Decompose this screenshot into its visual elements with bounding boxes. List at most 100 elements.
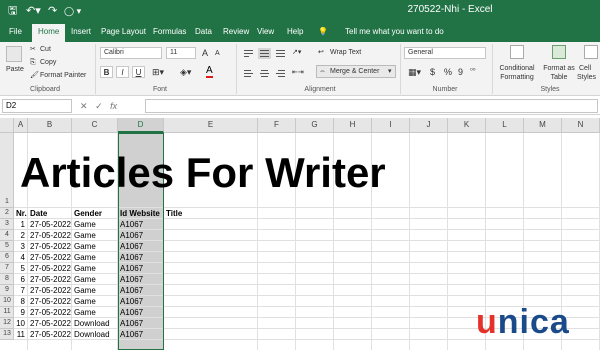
conditional-formatting-line2[interactable]: Formatting xyxy=(497,73,537,83)
header-cell[interactable]: Gender xyxy=(74,208,102,219)
data-cell[interactable]: 7 xyxy=(14,285,25,296)
underline-button[interactable]: U xyxy=(132,66,145,78)
font-color-button[interactable]: A xyxy=(206,66,213,78)
column-header-k[interactable]: K xyxy=(448,118,486,133)
row-header-1[interactable]: 1 xyxy=(0,133,14,208)
data-cell[interactable]: 27-05-2022 xyxy=(30,252,71,263)
row-header-3[interactable]: 3 xyxy=(0,219,14,230)
format-as-table-line2[interactable]: Table xyxy=(541,73,577,83)
data-cell[interactable]: 27-05-2022 xyxy=(30,329,71,340)
align-right-icon[interactable] xyxy=(274,68,287,79)
data-cell[interactable]: 4 xyxy=(14,252,25,263)
bold-button[interactable]: B xyxy=(100,66,113,78)
column-header-g[interactable]: G xyxy=(296,118,334,133)
align-bottom-icon[interactable] xyxy=(274,48,287,59)
align-left-icon[interactable] xyxy=(242,68,255,79)
indent-icon[interactable]: ⇤⇥ xyxy=(292,68,304,78)
data-cell[interactable]: A1067 xyxy=(120,329,143,340)
column-header-e[interactable]: E xyxy=(164,118,258,133)
row-header-8[interactable]: 8 xyxy=(0,274,14,285)
column-header-i[interactable]: I xyxy=(372,118,410,133)
data-cell[interactable]: A1067 xyxy=(120,318,143,329)
column-header-m[interactable]: M xyxy=(524,118,562,133)
data-cell[interactable]: 27-05-2022 xyxy=(30,285,71,296)
formula-input[interactable] xyxy=(145,99,598,113)
row-header-11[interactable]: 11 xyxy=(0,307,14,318)
cell-styles-icon[interactable] xyxy=(584,45,598,59)
name-box[interactable]: D2 xyxy=(2,99,72,113)
italic-button[interactable]: I xyxy=(116,66,129,78)
column-header-b[interactable]: B xyxy=(28,118,72,133)
row-header-12[interactable]: 12 xyxy=(0,318,14,329)
tab-home[interactable]: Home xyxy=(32,24,66,42)
number-format-select[interactable]: General xyxy=(404,47,486,59)
data-cell[interactable]: 3 xyxy=(14,241,25,252)
data-cell[interactable]: A1067 xyxy=(120,230,143,241)
data-cell[interactable]: A1067 xyxy=(120,219,143,230)
function-icon[interactable]: fx xyxy=(110,101,117,111)
format-as-table-icon[interactable] xyxy=(552,45,566,59)
header-cell[interactable]: Title xyxy=(166,208,182,219)
column-header-a[interactable]: A xyxy=(14,118,28,133)
currency-button[interactable]: $ xyxy=(430,67,435,77)
tab-file[interactable]: File xyxy=(6,25,25,39)
data-cell[interactable]: Download xyxy=(74,329,110,340)
column-header-h[interactable]: H xyxy=(334,118,372,133)
cut-button[interactable]: Cut xyxy=(40,45,51,55)
row-header-13[interactable]: 13 xyxy=(0,329,14,340)
data-cell[interactable]: 27-05-2022 xyxy=(30,241,71,252)
grow-font-button[interactable]: A xyxy=(202,48,208,58)
tab-insert[interactable]: Insert xyxy=(68,25,94,39)
data-cell[interactable]: Game xyxy=(74,241,96,252)
align-top-icon[interactable] xyxy=(242,48,255,59)
borders-icon[interactable]: ⊞▾ xyxy=(152,67,164,77)
data-cell[interactable]: A1067 xyxy=(120,307,143,318)
data-cell[interactable]: Game xyxy=(74,252,96,263)
data-cell[interactable]: 11 xyxy=(14,329,25,340)
data-cell[interactable]: 27-05-2022 xyxy=(30,274,71,285)
merge-center-button[interactable]: Merge & Center xyxy=(330,67,379,77)
row-header-9[interactable]: 9 xyxy=(0,285,14,296)
data-cell[interactable]: Game xyxy=(74,230,96,241)
column-header-n[interactable]: N xyxy=(562,118,600,133)
tab-formulas[interactable]: Formulas xyxy=(150,25,189,39)
data-cell[interactable]: 8 xyxy=(14,296,25,307)
row-header-10[interactable]: 10 xyxy=(0,296,14,307)
tab-review[interactable]: Review xyxy=(220,25,252,39)
percent-button[interactable]: % xyxy=(444,67,452,77)
wrap-text-icon[interactable]: ↩ xyxy=(318,48,324,58)
data-cell[interactable]: 1 xyxy=(14,219,25,230)
data-cell[interactable]: 27-05-2022 xyxy=(30,318,71,329)
header-cell[interactable]: Id Website xyxy=(120,208,160,219)
data-cell[interactable]: A1067 xyxy=(120,285,143,296)
tab-help[interactable]: Help xyxy=(284,25,306,39)
data-cell[interactable]: 9 xyxy=(14,307,25,318)
comma-style-button[interactable]: 9 xyxy=(458,67,463,77)
wrap-text-button[interactable]: Wrap Text xyxy=(330,48,361,58)
data-cell[interactable]: Game xyxy=(74,307,96,318)
data-cell[interactable]: 10 xyxy=(14,318,25,329)
column-header-c[interactable]: C xyxy=(72,118,118,133)
data-cell[interactable]: A1067 xyxy=(120,296,143,307)
row-header-4[interactable]: 4 xyxy=(0,230,14,241)
data-cell[interactable]: 27-05-2022 xyxy=(30,296,71,307)
data-cell[interactable]: 2 xyxy=(14,230,25,241)
data-cell[interactable]: A1067 xyxy=(120,263,143,274)
data-cell[interactable]: 27-05-2022 xyxy=(30,307,71,318)
column-header-f[interactable]: F xyxy=(258,118,296,133)
data-cell[interactable]: A1067 xyxy=(120,274,143,285)
format-painter-button[interactable]: Format Painter xyxy=(40,71,86,81)
select-all-corner[interactable] xyxy=(0,118,14,133)
copy-button[interactable]: Copy xyxy=(40,58,56,68)
column-header-j[interactable]: J xyxy=(410,118,448,133)
data-cell[interactable]: 27-05-2022 xyxy=(30,230,71,241)
data-cell[interactable]: Game xyxy=(74,285,96,296)
chevron-down-icon[interactable]: ▾ xyxy=(388,67,392,77)
align-center-icon[interactable] xyxy=(258,68,271,79)
paste-icon[interactable] xyxy=(6,46,22,62)
data-cell[interactable]: 5 xyxy=(14,263,25,274)
tell-me-search[interactable]: Tell me what you want to do xyxy=(345,25,444,39)
row-header-7[interactable]: 7 xyxy=(0,263,14,274)
tab-page-layout[interactable]: Page Layout xyxy=(98,25,149,39)
column-header-d[interactable]: D xyxy=(118,118,164,133)
